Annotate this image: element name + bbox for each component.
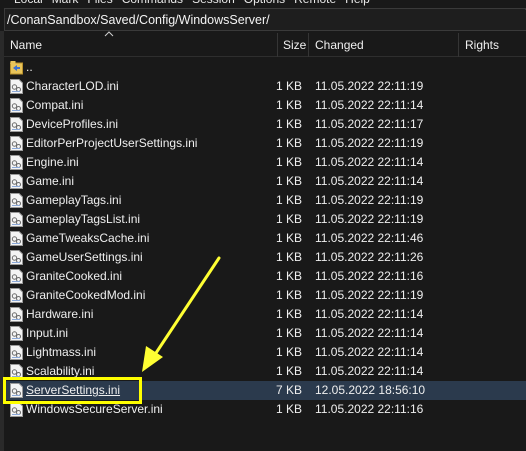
annotation-arrow-icon <box>142 256 221 372</box>
